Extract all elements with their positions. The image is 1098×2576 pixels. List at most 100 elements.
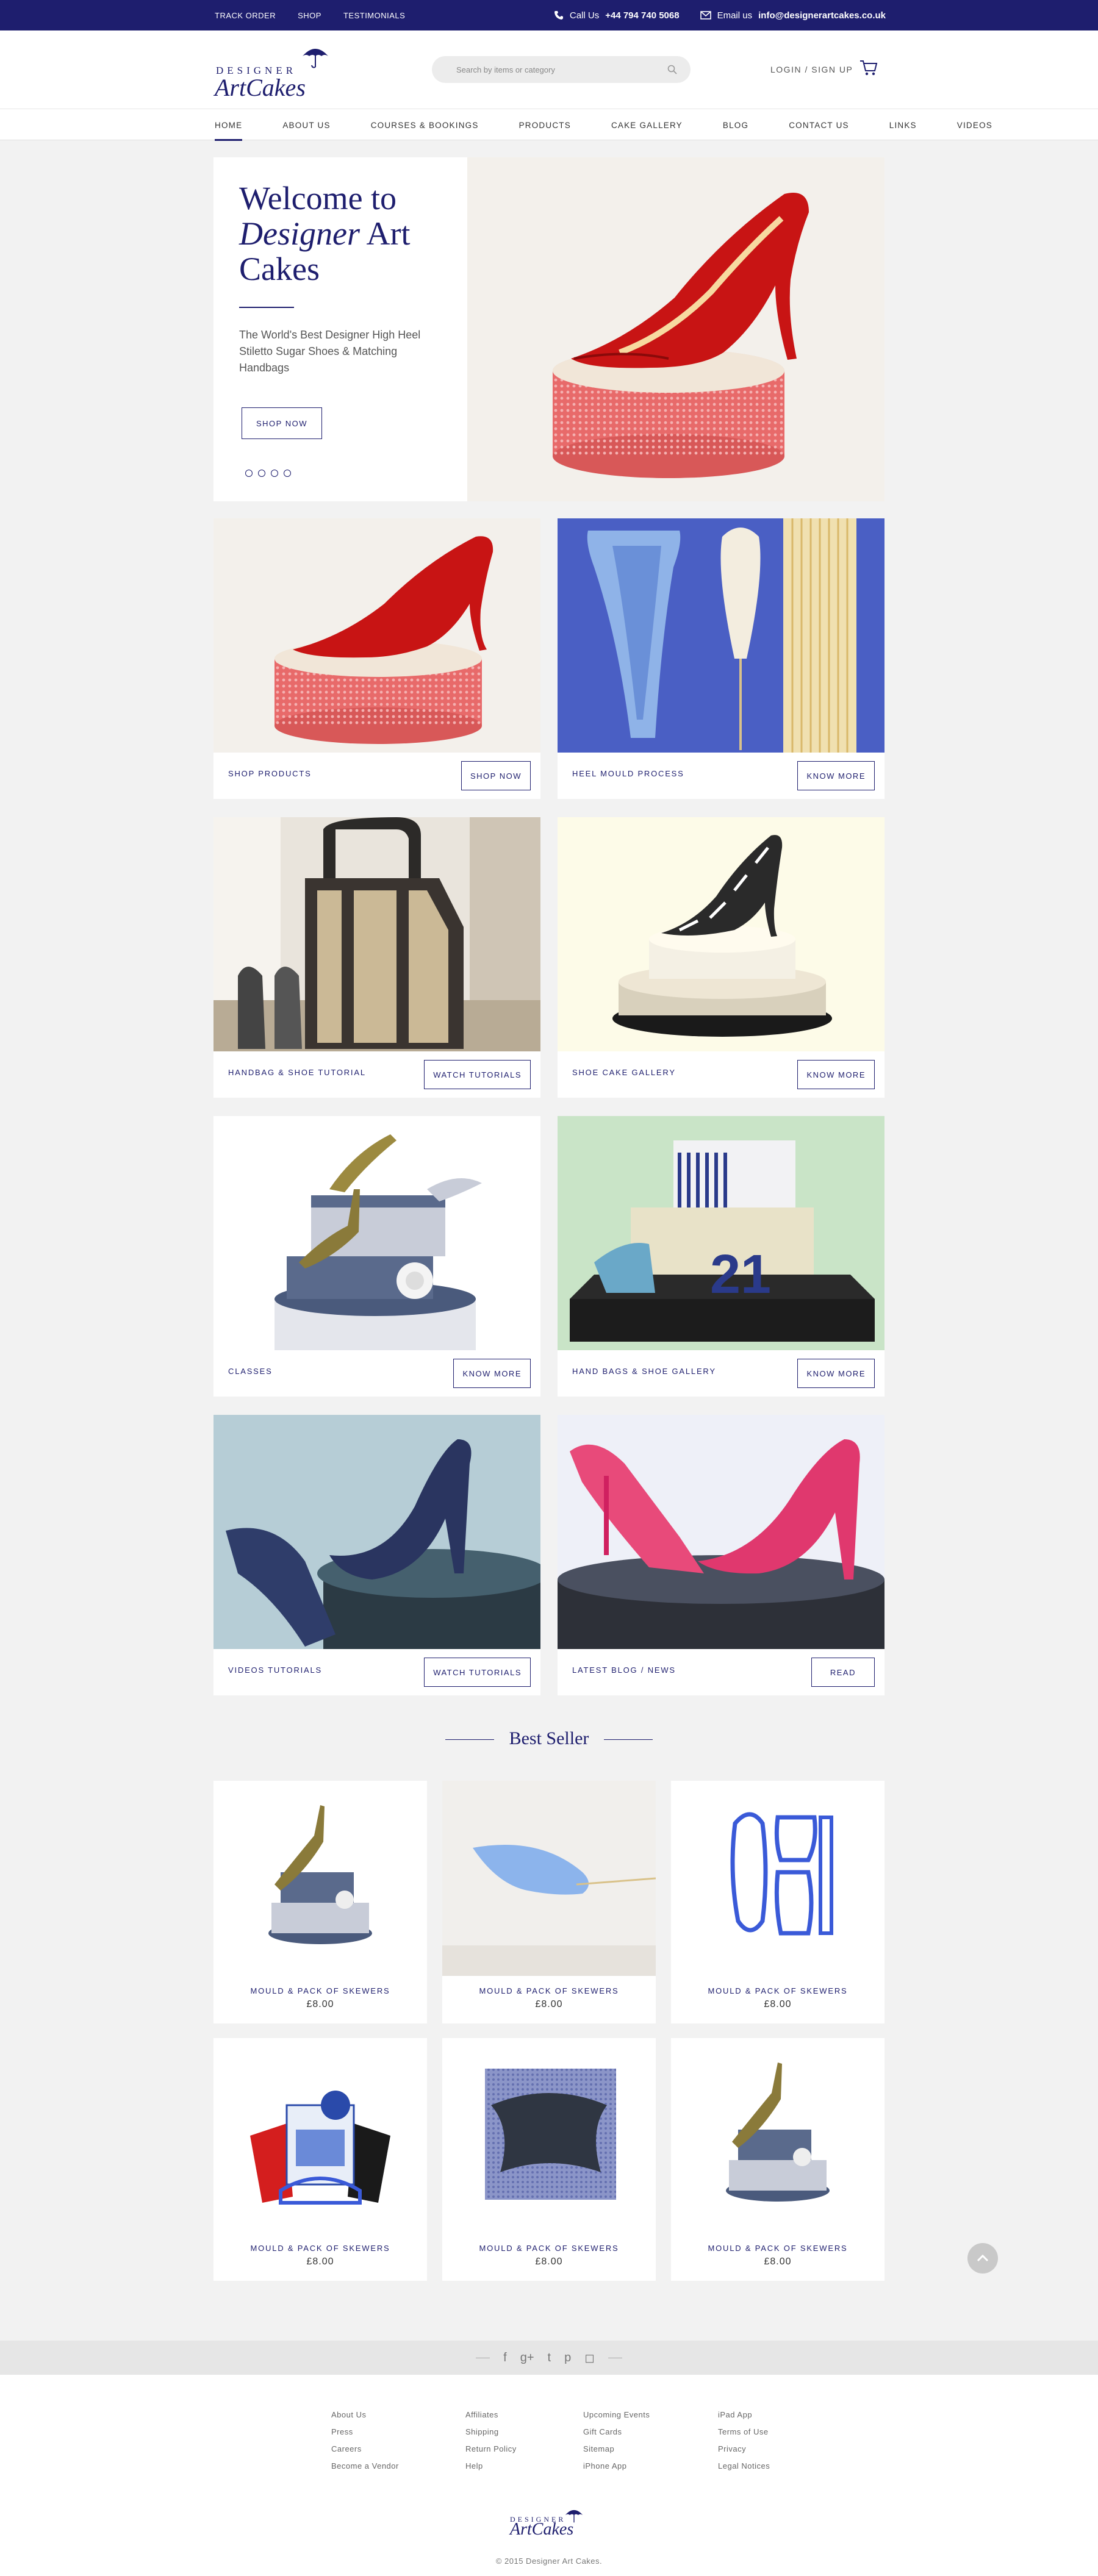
login-signup-link[interactable]: LOGIN / SIGN UP (770, 65, 853, 74)
product-price: £8.00 (306, 1999, 334, 2009)
footer-link[interactable]: Privacy (718, 2441, 770, 2458)
product-image[interactable] (671, 1781, 884, 1976)
card-image-heel-mould[interactable] (558, 518, 884, 753)
top-bar: TRACK ORDER SHOP TESTIMONIALS Call Us +4… (0, 0, 1098, 30)
watch-tutorials-button[interactable]: WATCH TUTORIALS (424, 1060, 531, 1089)
carousel-dot-2[interactable] (258, 470, 265, 477)
footer-link[interactable]: Press (331, 2424, 399, 2441)
footer-link[interactable]: Help (465, 2458, 517, 2475)
product-name[interactable]: MOULD & PACK OF SKEWERS (214, 2244, 427, 2253)
product-name[interactable]: MOULD & PACK OF SKEWERS (442, 1986, 656, 1995)
copyright-text: © 2015 Designer Art Cakes. (495, 2556, 603, 2566)
footer-link[interactable]: Become a Vendor (331, 2458, 399, 2475)
email-address[interactable]: info@designerartcakes.co.uk (758, 10, 886, 21)
card-label: SHOE CAKE GALLERY (572, 1068, 676, 1077)
card-label: CLASSES (228, 1367, 273, 1376)
hero-shop-now-button[interactable]: SHOP NOW (242, 407, 322, 439)
product-card[interactable]: MOULD & PACK OF SKEWERS £8.00 (214, 1781, 427, 2023)
nav-cake-gallery[interactable]: CAKE GALLERY (611, 109, 683, 141)
watch-tutorials-button[interactable]: WATCH TUTORIALS (424, 1658, 531, 1687)
nav-blog[interactable]: BLOG (723, 109, 748, 141)
know-more-button[interactable]: KNOW MORE (797, 761, 875, 790)
footer-link[interactable]: Return Policy (465, 2441, 517, 2458)
footer-link[interactable]: Sitemap (583, 2441, 650, 2458)
know-more-button[interactable]: KNOW MORE (797, 1359, 875, 1388)
product-card[interactable]: MOULD & PACK OF SKEWERS £8.00 (442, 1781, 656, 2023)
product-image[interactable] (214, 2038, 427, 2233)
product-image[interactable] (442, 2038, 656, 2233)
know-more-button[interactable]: KNOW MORE (797, 1060, 875, 1089)
footer-logo-artcakes-text: ArtCakes (510, 2520, 574, 2539)
nav-home[interactable]: HOME (215, 109, 243, 141)
card-image-pink-shoes[interactable] (558, 1415, 884, 1649)
product-card[interactable]: MOULD & PACK OF SKEWERS £8.00 (442, 2038, 656, 2281)
card-heel-mould-process: HEEL MOULD PROCESS KNOW MORE (558, 518, 884, 799)
product-price: £8.00 (764, 1999, 792, 2009)
nav-links[interactable]: LINKS (889, 109, 917, 141)
card-image-striped-bag-cake[interactable]: 21 (558, 1116, 884, 1350)
product-image[interactable] (442, 1781, 656, 1976)
footer-link[interactable]: Shipping (465, 2424, 517, 2441)
footer-link[interactable]: About Us (331, 2406, 399, 2424)
logo[interactable]: DESIGNER ArtCakes (215, 44, 337, 101)
product-name[interactable]: MOULD & PACK OF SKEWERS (671, 1986, 884, 1995)
nav-products[interactable]: PRODUCTS (519, 109, 571, 141)
footer-column-4: iPad App Terms of Use Privacy Legal Noti… (718, 2406, 770, 2475)
email-contact[interactable]: Email us info@designerartcakes.co.uk (700, 10, 886, 21)
shop-link[interactable]: SHOP (298, 11, 321, 20)
footer-link[interactable]: iPhone App (583, 2458, 650, 2475)
footer-link[interactable]: Affiliates (465, 2406, 517, 2424)
card-hand-bags-shoe-gallery: 21 HAND BAGS & SHOE GALLERY KNOW MORE (558, 1116, 884, 1397)
card-image-handbag[interactable] (214, 817, 540, 1051)
know-more-button[interactable]: KNOW MORE (453, 1359, 531, 1388)
phone-contact[interactable]: Call Us +44 794 740 5068 (554, 10, 680, 21)
footer-link[interactable]: Careers (331, 2441, 399, 2458)
shop-now-button[interactable]: SHOP NOW (461, 761, 531, 790)
footer-logo[interactable]: DESIGNER ArtCakes (510, 2506, 589, 2549)
product-price: £8.00 (764, 2256, 792, 2267)
carousel-dot-4[interactable] (284, 470, 291, 477)
product-image[interactable] (214, 1781, 427, 1976)
card-image-gold-shoe-cake[interactable] (214, 1116, 540, 1350)
phone-number[interactable]: +44 794 740 5068 (605, 10, 679, 21)
nav-videos[interactable]: VIDEOS (957, 109, 992, 141)
product-card[interactable]: MOULD & PACK OF SKEWERS £8.00 (671, 1781, 884, 2023)
twitter-icon[interactable]: t (548, 2351, 551, 2365)
hero-subtitle: The World's Best Designer High Heel Stil… (239, 329, 421, 374)
footer-link[interactable]: Legal Notices (718, 2458, 770, 2475)
product-name[interactable]: MOULD & PACK OF SKEWERS (671, 2244, 884, 2253)
nav-contact-us[interactable]: CONTACT US (789, 109, 849, 141)
search-icon[interactable] (667, 65, 677, 74)
scroll-to-top-button[interactable] (967, 2243, 998, 2274)
card-latest-blog-news: LATEST BLOG / NEWS READ (558, 1415, 884, 1695)
product-price: £8.00 (306, 2256, 334, 2267)
footer-link[interactable]: Gift Cards (583, 2424, 650, 2441)
facebook-icon[interactable]: f (503, 2351, 507, 2365)
search-input[interactable] (456, 56, 658, 83)
product-card[interactable]: MOULD & PACK OF SKEWERS £8.00 (671, 2038, 884, 2281)
contact-info: Call Us +44 794 740 5068 Email us info@d… (554, 0, 886, 30)
product-image[interactable] (671, 2038, 884, 2233)
read-button[interactable]: READ (811, 1658, 875, 1687)
nav-courses-bookings[interactable]: COURSES & BOOKINGS (371, 109, 479, 141)
track-order-link[interactable]: TRACK ORDER (215, 11, 276, 20)
card-image-red-shoe[interactable] (214, 518, 540, 753)
product-card[interactable]: MOULD & PACK OF SKEWERS £8.00 (214, 2038, 427, 2281)
google-plus-icon[interactable]: g+ (520, 2351, 534, 2365)
card-image-navy-shoes[interactable] (214, 1415, 540, 1649)
card-image-zebra-shoe-cake[interactable] (558, 817, 884, 1051)
product-name[interactable]: MOULD & PACK OF SKEWERS (442, 2244, 656, 2253)
search-bar (432, 56, 691, 83)
footer-link[interactable]: Terms of Use (718, 2424, 770, 2441)
carousel-dot-1[interactable] (245, 470, 253, 477)
footer-link[interactable]: iPad App (718, 2406, 770, 2424)
card-shoe-cake-gallery: SHOE CAKE GALLERY KNOW MORE (558, 817, 884, 1098)
carousel-dot-3[interactable] (271, 470, 278, 477)
cart-icon[interactable] (859, 59, 878, 77)
footer-link[interactable]: Upcoming Events (583, 2406, 650, 2424)
nav-about-us[interactable]: ABOUT US (282, 109, 330, 141)
instagram-icon[interactable]: ◻ (584, 2350, 595, 2366)
testimonials-link[interactable]: TESTIMONIALS (343, 11, 405, 20)
pinterest-icon[interactable]: p (564, 2351, 571, 2365)
product-name[interactable]: MOULD & PACK OF SKEWERS (214, 1986, 427, 1995)
